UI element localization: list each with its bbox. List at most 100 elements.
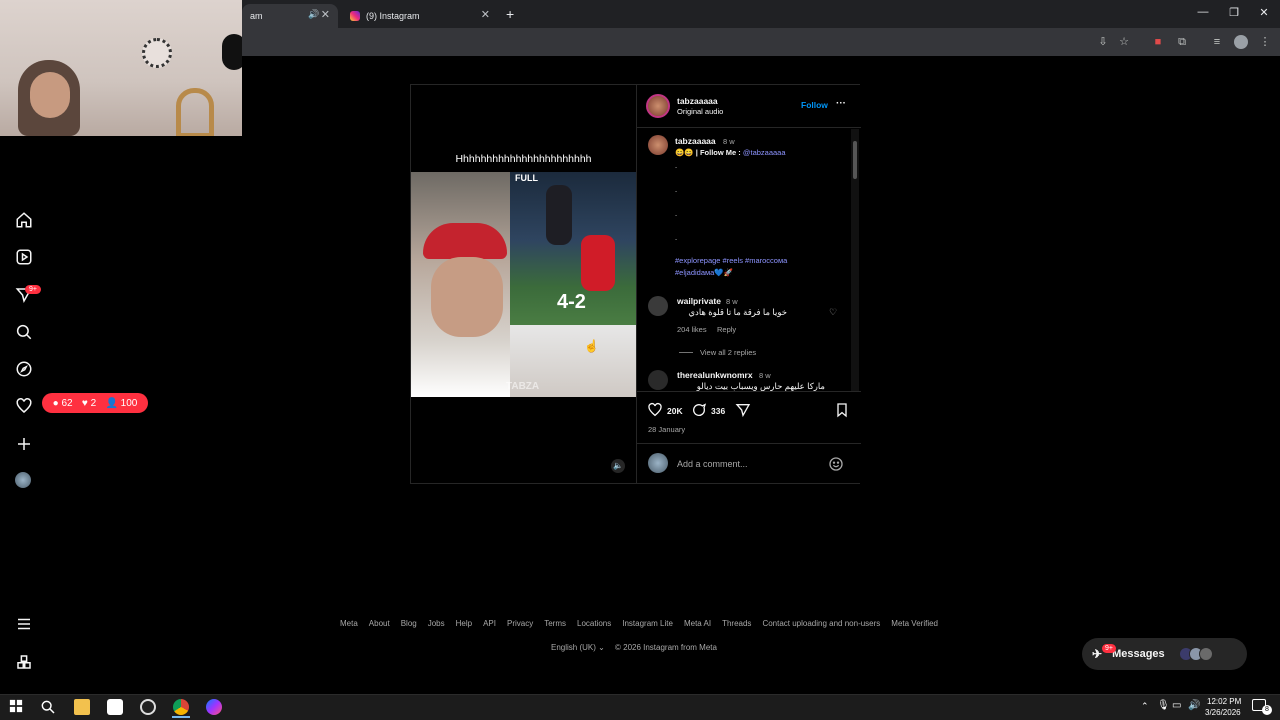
chrome-icon[interactable] (173, 699, 189, 715)
actions-divider (637, 391, 861, 392)
more-options-icon[interactable]: ··· (836, 98, 846, 109)
comment-avatar[interactable] (648, 370, 668, 390)
comments-count[interactable]: 336 (711, 406, 725, 416)
emoji-icon[interactable] (828, 456, 844, 472)
footer-link[interactable]: Meta (340, 619, 358, 628)
comment-avatar[interactable] (648, 296, 668, 316)
messenger-icon[interactable] (206, 699, 222, 715)
footer-link[interactable]: About (369, 619, 390, 628)
nav-search-icon[interactable] (15, 323, 33, 341)
footer-link[interactable]: Instagram Lite (622, 619, 673, 628)
footer-link[interactable]: Contact uploading and non-users (762, 619, 880, 628)
footer-link[interactable]: API (483, 619, 496, 628)
chevron-down-icon: ⌄ (598, 643, 605, 652)
caption-hashtags[interactable]: #eljadidaмa💙🚀 (675, 268, 733, 277)
caption-dot: . (675, 209, 678, 218)
nav-create-icon[interactable] (15, 435, 33, 453)
browser-menu-icon[interactable]: ⋮ (1258, 35, 1272, 49)
copyright-text: © 2026 Instagram from Meta (615, 643, 717, 652)
microphone-icon[interactable]: 🎙 (1157, 700, 1170, 711)
close-tab-icon[interactable]: ✕ (321, 8, 330, 21)
extensions-icon[interactable]: ⧉ (1175, 35, 1189, 49)
header-divider (637, 127, 861, 128)
tray-chevron-icon[interactable]: ⌃ (1141, 701, 1149, 712)
view-replies-button[interactable]: View all 2 replies (700, 348, 756, 357)
nav-profile-avatar[interactable] (15, 472, 33, 490)
like-stat: ♥ 2 (81, 397, 97, 409)
clock-time[interactable]: 12:02 PM (1207, 697, 1241, 706)
volume-icon[interactable]: 🔊 (1188, 700, 1200, 711)
taskbar-search-icon[interactable] (40, 699, 56, 715)
author-username[interactable]: tabzaaaaa (677, 96, 718, 106)
speaker-icon[interactable]: 🔊 (308, 9, 319, 20)
scrollbar[interactable] (1270, 60, 1280, 692)
reel-video[interactable]: Hhhhhhhhhhhhhhhhhhhhhhh FULL 4-2 TABZA ☝… (411, 85, 636, 483)
language-selector[interactable]: English (UK) ⌄ (551, 643, 605, 652)
browser-tab[interactable]: am 🔊 ✕ (242, 4, 338, 28)
active-app-indicator (172, 716, 190, 718)
extension-badge-icon[interactable]: ■ (1151, 35, 1165, 49)
comment-reply-button[interactable]: Reply (717, 325, 736, 334)
clock-date[interactable]: 3/26/2026 (1205, 708, 1241, 717)
activity-stats-pill[interactable]: ● 62 ♥ 2 👤 100 (42, 393, 148, 413)
footer-link[interactable]: Threads (722, 619, 751, 628)
bookmark-star-icon[interactable]: ☆ (1117, 35, 1131, 49)
like-heart-icon[interactable] (647, 402, 663, 418)
footer-link[interactable]: Meta AI (684, 619, 711, 628)
nav-explore-icon[interactable] (15, 360, 33, 378)
comment-likes[interactable]: 204 likes (677, 325, 707, 334)
nav-notifications-heart-icon[interactable] (15, 397, 33, 415)
share-icon[interactable] (735, 402, 751, 418)
messages-button[interactable]: ✈ Messages (1082, 638, 1247, 670)
close-window-button[interactable]: ✕ (1256, 6, 1272, 19)
cursor-icon: ☝ (584, 339, 599, 353)
save-bookmark-icon[interactable] (834, 402, 850, 418)
caption-line: 😄😄 | Follow Me : @tabzaaaaa (675, 148, 786, 157)
windows-start-icon[interactable] (9, 699, 25, 715)
file-explorer-icon[interactable] (74, 699, 90, 715)
caption-avatar[interactable] (648, 135, 668, 155)
network-icon[interactable]: ▭ (1172, 700, 1181, 711)
scrollbar-thumb[interactable] (853, 141, 857, 179)
nav-also-from-meta-icon[interactable] (15, 653, 33, 671)
browser-tab-instagram[interactable]: (9) Instagram ✕ (342, 4, 498, 28)
likes-count[interactable]: 20K (667, 406, 683, 416)
install-app-icon[interactable]: ⇩ (1096, 35, 1110, 49)
audio-label[interactable]: Original audio (677, 107, 723, 116)
caption-hashtags[interactable]: #explorepage #reels #maroccoмa (675, 256, 787, 265)
comment-username[interactable]: wailprivate (677, 296, 721, 306)
nav-reels-icon[interactable] (15, 248, 33, 266)
footer-link[interactable]: Jobs (428, 619, 445, 628)
footer-link[interactable]: Blog (401, 619, 417, 628)
follow-button[interactable]: Follow (801, 100, 828, 110)
footer-link[interactable]: Terms (544, 619, 566, 628)
caption-mention-link[interactable]: @tabzaaaaa (743, 148, 786, 157)
comment-bubble-icon[interactable] (691, 402, 707, 418)
minimize-button[interactable]: — (1195, 6, 1211, 18)
restore-button[interactable]: ❐ (1226, 6, 1242, 19)
nav-more-menu-icon[interactable] (15, 615, 33, 633)
footer-link[interactable]: Privacy (507, 619, 533, 628)
comment-like-heart-icon[interactable]: ♡ (829, 307, 837, 318)
footer-link[interactable]: Locations (577, 619, 611, 628)
store-icon[interactable] (107, 699, 123, 715)
tab-title: am (250, 11, 263, 21)
profile-icon[interactable] (1234, 35, 1248, 49)
obs-icon[interactable] (140, 699, 156, 715)
player-dark (546, 185, 572, 245)
messages-label: Messages (1112, 648, 1165, 660)
media-controls-icon[interactable]: ≡ (1210, 35, 1224, 49)
close-tab-icon[interactable]: ✕ (481, 8, 490, 21)
footer-link[interactable]: Meta Verified (891, 619, 938, 628)
comment-username[interactable]: therealunkwnomrx (677, 370, 753, 380)
nav-home-icon[interactable] (15, 211, 33, 229)
new-tab-button[interactable]: + (506, 6, 514, 22)
video-caption-text: Hhhhhhhhhhhhhhhhhhhhhhh (455, 153, 592, 165)
footer-link[interactable]: Help (456, 619, 472, 628)
caption-username[interactable]: tabzaaaaa (675, 136, 716, 146)
volume-icon[interactable]: 🔈 (611, 459, 625, 473)
author-avatar[interactable] (646, 94, 670, 118)
watermark-text: TABZA (506, 381, 540, 392)
comments-scrollbar[interactable] (851, 129, 859, 391)
comment-input[interactable]: Add a comment... (677, 459, 748, 469)
